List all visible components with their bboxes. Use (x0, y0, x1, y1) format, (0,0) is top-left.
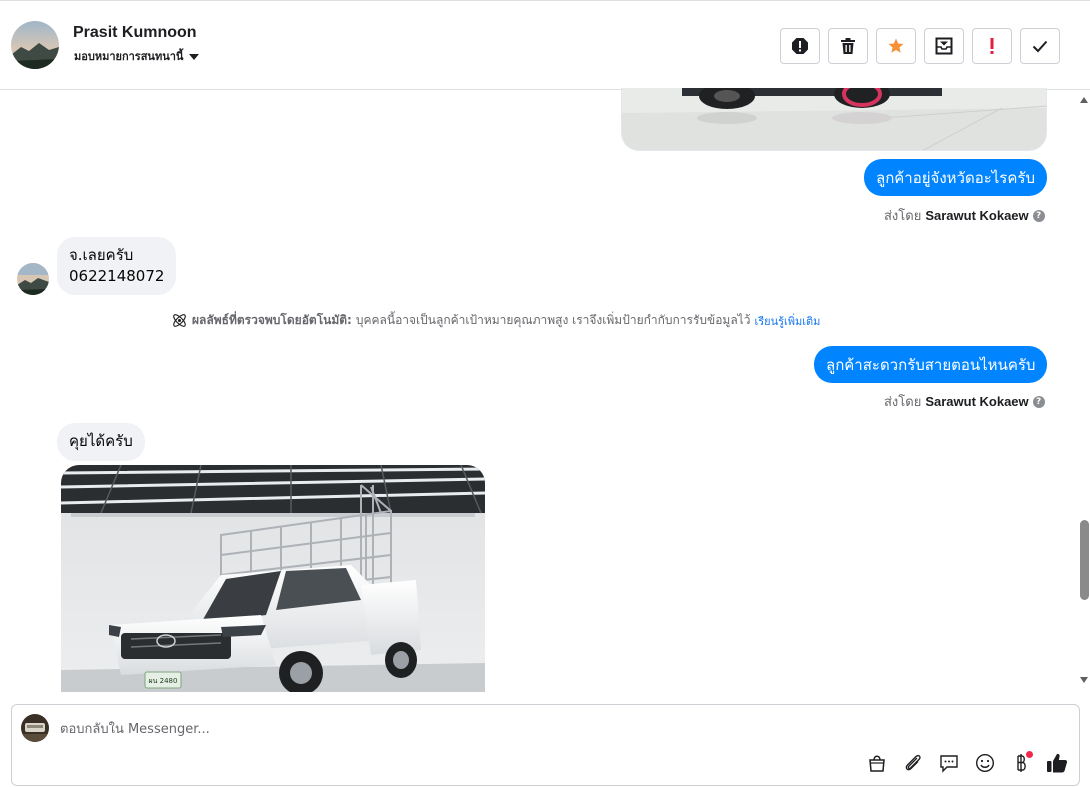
assign-label: มอบหมายการสนทนานี้ (74, 50, 184, 63)
incoming-message[interactable]: จ.เลยครับ 0622148072 (57, 237, 177, 295)
shared-photo-outgoing[interactable] (621, 88, 1047, 151)
mark-done-button[interactable] (1020, 28, 1060, 64)
emoji-icon (975, 753, 995, 773)
outgoing-message[interactable]: ลูกค้าสะดวกรับสายตอนไหนครับ (814, 346, 1048, 383)
notice-text: บุคคลนี้อาจเป็นลูกค้าเป้าหมายคุณภาพสูง เ… (355, 313, 751, 327)
assign-conversation-dropdown[interactable]: มอบหมายการสนทนานี้ (74, 47, 200, 65)
outgoing-message[interactable]: ลูกค้าอยู่จังหวัดอะไรครับ (864, 159, 1047, 196)
composer-tools (865, 751, 1069, 775)
conversation-header: Prasit Kumnoon มอบหมายการสนทนานี้ (0, 0, 1090, 90)
thumbs-up-icon (1047, 753, 1068, 773)
mark-spam-icon (792, 38, 808, 54)
sent-by-prefix: ส่งโดย (884, 395, 922, 410)
sent-by-label: ส่งโดย Sarawut Kokaew ? (884, 391, 1045, 412)
shared-photo-incoming[interactable]: ผน 2480 (61, 465, 485, 692)
contact-name[interactable]: Prasit Kumnoon (73, 24, 197, 42)
star-button[interactable] (876, 28, 916, 64)
atom-icon (173, 314, 186, 327)
attach-file-button[interactable] (901, 751, 925, 775)
star-icon (888, 38, 904, 53)
reply-composer (11, 704, 1080, 786)
header-actions (780, 28, 1060, 64)
done-icon (1032, 40, 1048, 53)
contact-avatar[interactable] (11, 21, 59, 69)
help-icon[interactable]: ? (1032, 395, 1045, 408)
payment-button[interactable] (1009, 751, 1033, 775)
learn-more-link[interactable]: เรียนรู้เพิ่มเติม (754, 312, 820, 330)
contact-avatar-small (17, 263, 49, 295)
emoji-button[interactable] (973, 751, 997, 775)
bag-icon (869, 755, 885, 772)
thread-scrollbar[interactable] (1080, 520, 1089, 600)
delete-button[interactable] (828, 28, 868, 64)
send-like-button[interactable] (1045, 751, 1069, 775)
notification-dot (1026, 751, 1033, 758)
sent-by-label: ส่งโดย Sarawut Kokaew ? (884, 205, 1045, 226)
message-line: จ.เลยครับ (69, 246, 134, 264)
incoming-message[interactable]: คุยได้ครับ (57, 423, 145, 461)
chevron-down-icon (189, 53, 200, 60)
move-to-done-folder-button[interactable] (924, 28, 964, 64)
page-avatar (21, 714, 49, 742)
reply-input[interactable] (60, 717, 960, 741)
paperclip-icon (905, 754, 921, 771)
saved-replies-button[interactable] (937, 751, 961, 775)
archive-icon (935, 37, 953, 55)
follow-up-icon (990, 38, 994, 54)
mark-spam-button[interactable] (780, 28, 820, 64)
help-icon[interactable]: ? (1032, 209, 1045, 222)
scroll-down-arrow[interactable] (1080, 677, 1088, 683)
sent-by-prefix: ส่งโดย (884, 209, 922, 224)
scroll-up-arrow[interactable] (1080, 97, 1088, 103)
notice-title: ผลลัพธ์ที่ตรวจพบโดยอัตโนมัติ: (192, 313, 352, 327)
trash-icon (841, 38, 855, 54)
license-plate: ผน 2480 (149, 677, 178, 685)
follow-up-button[interactable] (972, 28, 1012, 64)
shop-button[interactable] (865, 751, 889, 775)
sender-name: Sarawut Kokaew (925, 394, 1029, 409)
message-line: 0622148072 (69, 267, 165, 285)
saved-reply-icon (940, 755, 958, 773)
auto-detection-notice: ผลลัพธ์ที่ตรวจพบโดยอัตโนมัติ: บุคคลนี้อา… (171, 311, 820, 330)
sender-name: Sarawut Kokaew (925, 208, 1029, 223)
